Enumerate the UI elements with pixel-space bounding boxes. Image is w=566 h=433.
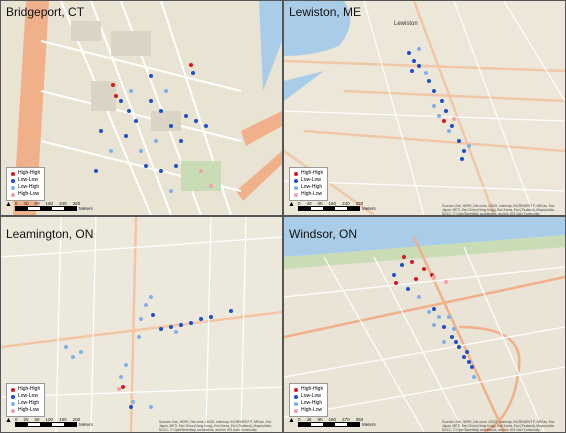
panel-title: Leamington, ON	[6, 227, 94, 241]
map-legend: High-High Low-Low Low-High High-Low	[6, 383, 46, 417]
high-high-swatch	[11, 387, 15, 392]
legend-label: High-High	[18, 170, 41, 176]
map-grid: Bridgeport, CT High-High Low-Low Low-Hig…	[0, 0, 566, 433]
map-legend: High-High Low-Low Low-High High-Low	[289, 167, 329, 201]
scale-units: Meters	[79, 422, 93, 427]
legend-label: Low-High	[301, 184, 323, 190]
scale-units: Meters	[79, 206, 93, 211]
legend-label: Low-High	[18, 400, 40, 406]
high-high-swatch	[294, 171, 298, 176]
scale-units: Meters	[362, 206, 376, 211]
scale-bar: 0 40 80 160 240 320 Meters	[298, 201, 376, 211]
map-place-label: Lewiston	[394, 21, 418, 27]
map-credit: Sources: Esri, HERE, DeLorme, USGS, Inte…	[442, 204, 555, 216]
scale-bar: 0 25 50 100 150 200 Meters	[15, 417, 93, 427]
scale-bar: 0 40 80 160 240 320 Meters	[15, 201, 93, 211]
north-arrow-icon: ▲	[5, 201, 12, 208]
low-high-swatch	[294, 185, 298, 190]
map-panel-bridgeport[interactable]: Bridgeport, CT High-High Low-Low Low-Hig…	[0, 0, 283, 216]
low-low-swatch	[11, 394, 15, 399]
legend-label: Low-Low	[18, 393, 39, 399]
map-credit: Sources: Esri, HERE, DeLorme, USGS, Inte…	[159, 420, 272, 432]
legend-label: Low-High	[18, 184, 40, 190]
north-arrow-icon: ▲	[5, 417, 12, 424]
legend-label: High-Low	[301, 191, 323, 197]
legend-label: Low-Low	[18, 177, 39, 183]
scale-bar: 0 45 90 180 270 360 Meters	[298, 417, 376, 427]
legend-label: Low-Low	[301, 393, 322, 399]
high-low-swatch	[294, 192, 298, 197]
map-legend: High-High Low-Low Low-High High-Low	[289, 383, 329, 417]
panel-title: Lewiston, ME	[289, 5, 362, 19]
legend-label: High-Low	[301, 407, 323, 413]
legend-label: High-High	[18, 386, 41, 392]
map-panel-leamington[interactable]: Leamington, ON High-High Low-Low Low-Hig…	[0, 216, 283, 433]
high-low-swatch	[294, 408, 298, 413]
map-panel-windsor[interactable]: Windsor, ON High-High Low-Low Low-High H…	[283, 216, 566, 433]
high-low-swatch	[11, 408, 15, 413]
high-high-swatch	[294, 387, 298, 392]
low-high-swatch	[11, 185, 15, 190]
map-credit: Sources: Esri, HERE, DeLorme, USGS, Inte…	[442, 420, 555, 432]
north-arrow-icon: ▲	[288, 417, 295, 424]
legend-label: High-High	[301, 170, 324, 176]
legend-label: High-Low	[18, 191, 40, 197]
high-low-swatch	[11, 192, 15, 197]
map-panel-lewiston[interactable]: Lewiston Lewiston, ME High-High Low-Low …	[283, 0, 566, 216]
high-high-swatch	[11, 171, 15, 176]
scale-units: Meters	[362, 422, 376, 427]
panel-title: Bridgeport, CT	[6, 5, 85, 19]
legend-label: High-High	[301, 386, 324, 392]
low-high-swatch	[11, 401, 15, 406]
low-low-swatch	[11, 178, 15, 183]
legend-label: Low-High	[301, 400, 323, 406]
low-high-swatch	[294, 401, 298, 406]
legend-label: Low-Low	[301, 177, 322, 183]
map-legend: High-High Low-Low Low-High High-Low	[6, 167, 46, 201]
low-low-swatch	[294, 394, 298, 399]
low-low-swatch	[294, 178, 298, 183]
legend-label: High-Low	[18, 407, 40, 413]
panel-title: Windsor, ON	[289, 227, 358, 241]
north-arrow-icon: ▲	[288, 201, 295, 208]
